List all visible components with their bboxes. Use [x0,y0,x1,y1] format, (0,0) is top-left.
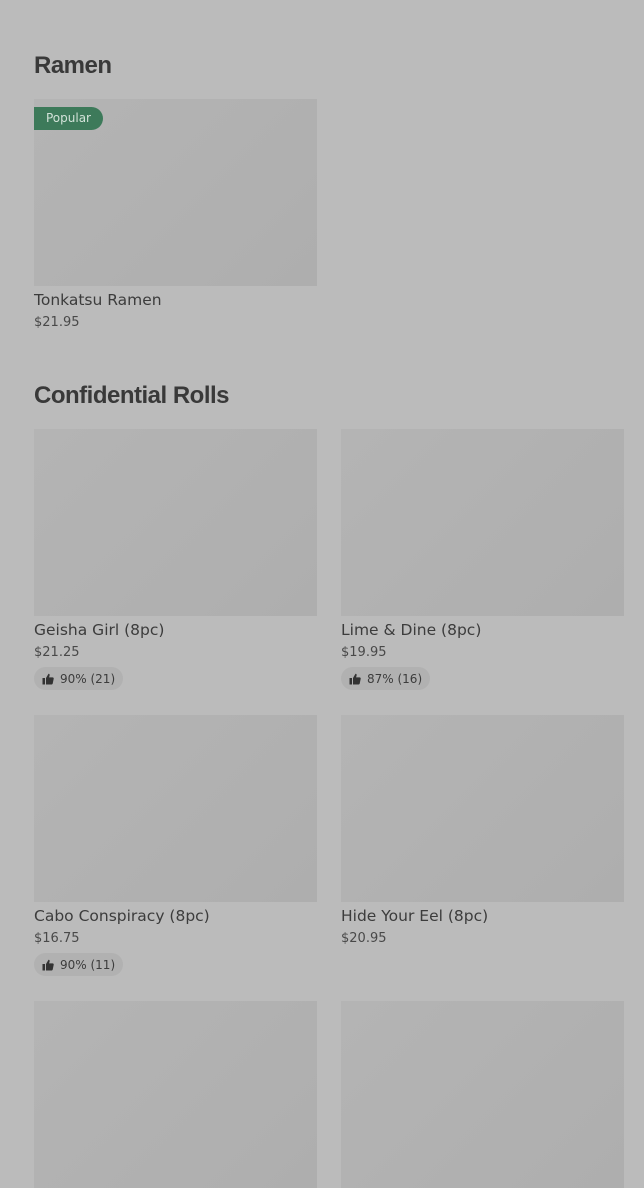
item-price: $21.95 [34,315,80,330]
item-name: Geisha Girl (8pc) [34,621,165,639]
menu-item-cabo-conspiracy[interactable]: Cabo Conspiracy (8pc) $16.75 90% (11) [34,715,317,976]
item-image: Popular [34,99,317,286]
section-confidential-rolls: Confidential Rolls Geisha Girl (8pc) $21… [34,381,624,1188]
rating-text: 90% (21) [60,671,116,686]
item-name: Cabo Conspiracy (8pc) [34,907,210,925]
rating-badge: 90% (21) [34,667,124,690]
menu-item-tonkatsu-ramen[interactable]: Popular Tonkatsu Ramen $21.95 [34,99,317,330]
thumbs-up-icon [42,673,54,684]
menu-item-geisha-girl[interactable]: Geisha Girl (8pc) $21.25 90% (21) [34,429,317,690]
rating-text: 87% (16) [367,671,423,686]
item-image [341,429,624,616]
menu-item[interactable] [341,1001,624,1188]
item-price: $19.95 [341,645,387,660]
thumbs-up-icon [42,959,54,970]
popular-badge: Popular [34,107,103,130]
rating-badge: 87% (16) [341,667,431,690]
item-image [34,429,317,616]
item-price: $16.75 [34,931,80,946]
rating-badge: 90% (11) [34,953,124,976]
item-image [34,715,317,902]
item-name: Hide Your Eel (8pc) [341,907,489,925]
item-image [341,715,624,902]
rating-text: 90% (11) [60,957,116,972]
menu-item[interactable] [34,1001,317,1188]
section-ramen: Ramen Popular Tonkatsu Ramen $21.95 [34,51,624,330]
item-image [34,1001,317,1188]
menu-item-hide-your-eel[interactable]: Hide Your Eel (8pc) $20.95 [341,715,624,976]
menu-item-lime-and-dine[interactable]: Lime & Dine (8pc) $19.95 87% (16) [341,429,624,690]
item-price: $21.25 [34,645,80,660]
item-name: Lime & Dine (8pc) [341,621,482,639]
section-title: Ramen [34,52,112,79]
item-name: Tonkatsu Ramen [34,291,162,309]
thumbs-up-icon [349,673,361,684]
item-image [341,1001,624,1188]
item-price: $20.95 [341,931,387,946]
section-title: Confidential Rolls [34,382,230,409]
